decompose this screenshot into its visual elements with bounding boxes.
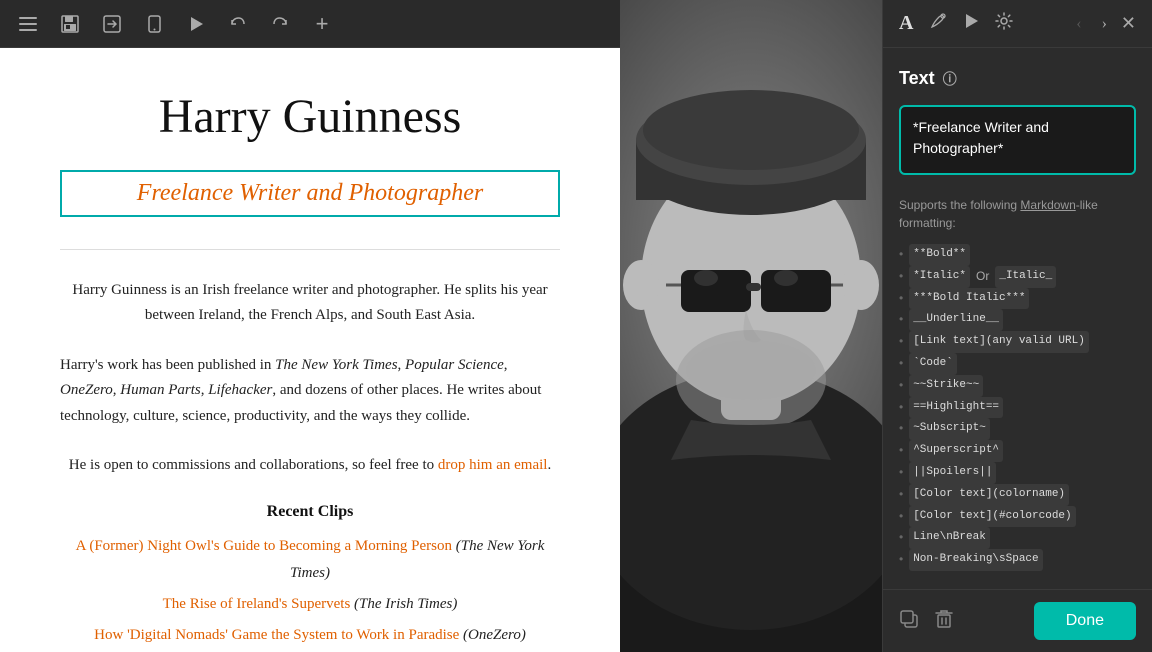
doc-subtitle: Freelance Writer and Photographer — [60, 170, 560, 217]
props-close-btn[interactable]: ✕ — [1121, 13, 1136, 34]
markdown-item-subscript: ~Subscript~ — [899, 418, 1136, 440]
redo-icon[interactable] — [268, 12, 292, 36]
doc-para-2: Harry's work has been published in The N… — [60, 353, 560, 430]
props-footer: Done — [883, 589, 1152, 652]
doc-content: Harry Guinness Freelance Writer and Phot… — [0, 48, 620, 652]
undo-icon[interactable] — [226, 12, 250, 36]
done-button[interactable]: Done — [1034, 602, 1136, 640]
props-forward-btn[interactable]: › — [1096, 11, 1113, 37]
recent-clips-heading: Recent Clips — [60, 503, 560, 521]
props-body: Text ⓘ *Freelance Writer and Photographe… — [883, 48, 1152, 589]
props-footer-actions — [899, 609, 953, 634]
props-header-toolbar: A — [899, 12, 1013, 35]
copy-icon[interactable] — [899, 609, 919, 634]
menu-icon[interactable] — [16, 12, 40, 36]
markdown-item-color-name: [Color text](colorname) — [899, 484, 1136, 506]
clip-link-3[interactable]: How 'Digital Nomads' Game the System to … — [60, 622, 560, 649]
markdown-item-linebreak: Line\nBreak — [899, 527, 1136, 549]
save-icon[interactable] — [58, 12, 82, 36]
markdown-item-highlight: ==Highlight== — [899, 397, 1136, 419]
clip-link-1[interactable]: A (Former) Night Owl's Guide to Becoming… — [60, 533, 560, 587]
markdown-item-underline: __Underline__ — [899, 309, 1136, 331]
markdown-list: **Bold** *Italic* Or _Italic_ ***Bold It… — [899, 244, 1136, 571]
props-panel: A — [882, 0, 1152, 652]
markdown-item-bold-italic: ***Bold Italic*** — [899, 288, 1136, 310]
brush-icon[interactable] — [929, 12, 947, 35]
markdown-item-italic: *Italic* Or _Italic_ — [899, 266, 1136, 288]
add-icon[interactable]: + — [310, 12, 334, 36]
text-input[interactable]: *Freelance Writer and Photographer* — [899, 105, 1136, 175]
markdown-hint: Supports the following Markdown-like for… — [899, 196, 1136, 232]
doc-divider — [60, 249, 560, 250]
doc-para-3: He is open to commissions and collaborat… — [60, 453, 560, 479]
props-title-icon: ⓘ — [943, 69, 957, 89]
markdown-item-color-code: [Color text](#colorcode) — [899, 506, 1136, 528]
markdown-item-nbsp: Non-Breaking\sSpace — [899, 549, 1136, 571]
markdown-item-link: [Link text](any valid URL) — [899, 331, 1136, 353]
markdown-item-spoilers: ||Spoilers|| — [899, 462, 1136, 484]
photo-panel — [620, 0, 882, 652]
doc-toolbar: + — [0, 0, 620, 48]
props-section-title: Text ⓘ — [899, 68, 1136, 89]
props-nav: ‹ › ✕ — [1070, 11, 1136, 37]
doc-title: Harry Guinness — [60, 88, 560, 146]
props-back-btn[interactable]: ‹ — [1070, 11, 1087, 37]
play-icon[interactable] — [184, 12, 208, 36]
clip-link-2[interactable]: The Rise of Ireland's Supervets (The Iri… — [60, 591, 560, 618]
props-header: A — [883, 0, 1152, 48]
markdown-item-superscript: ^Superscript^ — [899, 440, 1136, 462]
play-icon-props[interactable] — [963, 13, 979, 34]
doc-para-1: Harry Guinness is an Irish freelance wri… — [60, 278, 560, 329]
font-icon[interactable]: A — [899, 12, 913, 35]
markdown-item-strike: ~~Strike~~ — [899, 375, 1136, 397]
markdown-item-code: `Code` — [899, 353, 1136, 375]
settings-icon[interactable] — [995, 12, 1013, 35]
photo-background — [620, 0, 882, 652]
document-panel: + Harry Guinness Freelance Writer and Ph… — [0, 0, 620, 652]
share-icon[interactable] — [100, 12, 124, 36]
email-link[interactable]: drop him an email — [438, 457, 548, 473]
markdown-item-bold: **Bold** — [899, 244, 1136, 266]
delete-icon[interactable] — [935, 609, 953, 634]
mobile-icon[interactable] — [142, 12, 166, 36]
